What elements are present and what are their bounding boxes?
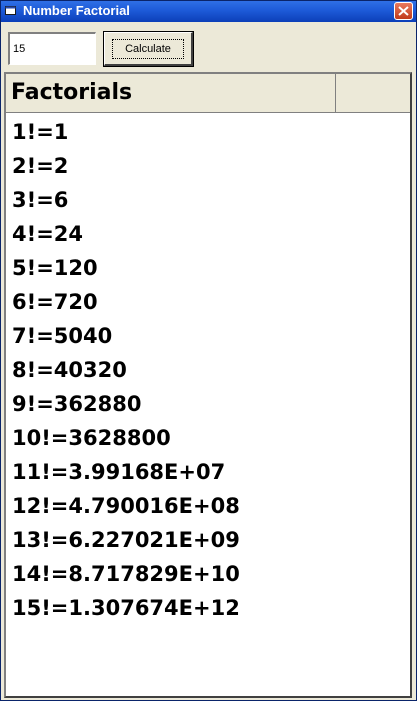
table-row[interactable]: 3!=6 bbox=[6, 183, 410, 217]
close-icon bbox=[398, 6, 409, 16]
table-row[interactable]: 6!=720 bbox=[6, 285, 410, 319]
grid-header: Factorials bbox=[6, 74, 410, 113]
close-button[interactable] bbox=[394, 2, 413, 20]
table-row[interactable]: 4!=24 bbox=[6, 217, 410, 251]
table-row[interactable]: 11!=3.99168E+07 bbox=[6, 455, 410, 489]
grid-rows: 1!=1 2!=2 3!=6 4!=24 5!=120 6!=720 7!=50… bbox=[6, 115, 410, 625]
title-bar[interactable]: Number Factorial bbox=[1, 1, 416, 22]
table-row[interactable]: 1!=1 bbox=[6, 115, 410, 149]
table-row[interactable]: 7!=5040 bbox=[6, 319, 410, 353]
window-title: Number Factorial bbox=[23, 3, 130, 18]
table-row[interactable]: 14!=8.717829E+10 bbox=[6, 557, 410, 591]
calculate-button-label: Calculate bbox=[112, 38, 184, 59]
table-row[interactable]: 10!=3628800 bbox=[6, 421, 410, 455]
table-row[interactable]: 8!=40320 bbox=[6, 353, 410, 387]
table-row[interactable]: 12!=4.790016E+08 bbox=[6, 489, 410, 523]
table-row[interactable]: 5!=120 bbox=[6, 251, 410, 285]
table-row[interactable]: 13!=6.227021E+09 bbox=[6, 523, 410, 557]
calculate-button[interactable]: Calculate bbox=[103, 31, 194, 67]
number-input[interactable] bbox=[8, 32, 96, 65]
column-header-factorials[interactable]: Factorials bbox=[6, 74, 336, 112]
factorials-grid[interactable]: Factorials 1!=1 2!=2 3!=6 4!=24 5!=120 6… bbox=[4, 72, 412, 698]
app-window: Number Factorial Calculate Factorials 1!… bbox=[0, 0, 417, 701]
table-row[interactable]: 2!=2 bbox=[6, 149, 410, 183]
app-icon bbox=[5, 6, 16, 15]
table-row[interactable]: 15!=1.307674E+12 bbox=[6, 591, 410, 625]
column-header-empty bbox=[337, 74, 410, 112]
table-row[interactable]: 9!=362880 bbox=[6, 387, 410, 421]
